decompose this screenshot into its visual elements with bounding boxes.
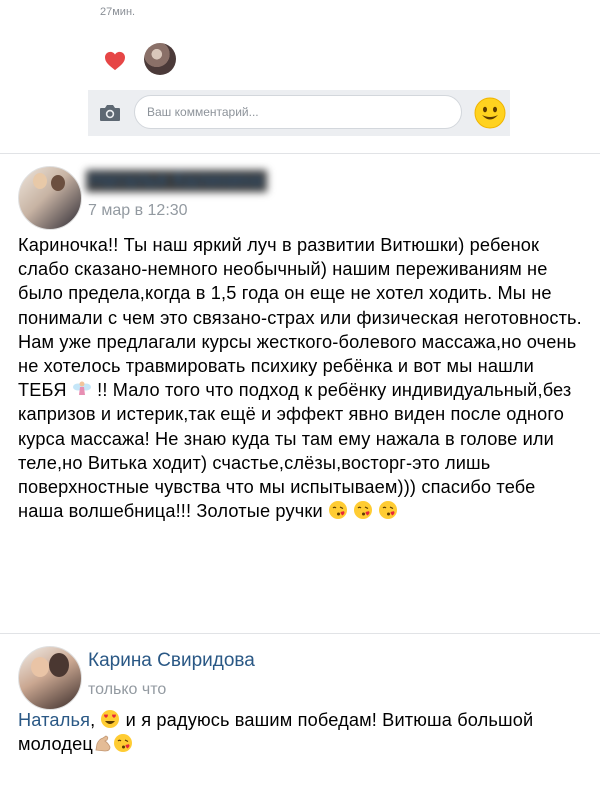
comment-time: только что <box>88 681 167 698</box>
post-time: 27мин. <box>100 6 136 18</box>
liker-avatar[interactable] <box>144 43 176 75</box>
comment-author[interactable]: Карина Свиридова <box>88 650 255 672</box>
heart-icon[interactable] <box>104 51 126 71</box>
comment-composer <box>88 90 510 136</box>
comment-text-part: , <box>90 710 101 730</box>
biceps-emoji-icon <box>95 735 111 752</box>
comment-input[interactable] <box>134 95 462 129</box>
divider <box>0 633 600 634</box>
avatar[interactable] <box>18 646 82 710</box>
avatar[interactable] <box>18 166 82 230</box>
comment-time: 7 мар в 12:30 <box>88 202 188 219</box>
comment-text-part: Кариночка!! Ты наш яркий луч в развитии … <box>18 235 582 401</box>
kiss-emoji-icon <box>379 501 398 520</box>
kiss-emoji-icon <box>328 501 347 520</box>
kiss-emoji-group <box>328 501 398 521</box>
smile-icon[interactable] <box>474 97 506 129</box>
reply-mention-link[interactable]: Наталья <box>18 710 90 730</box>
comment-text-part: !! Мало того что подход к ребёнку индиви… <box>18 380 572 522</box>
comment-text: Наталья, и я радуюсь вашим победам! Витю… <box>18 708 586 756</box>
heart-eyes-emoji-icon <box>101 710 120 728</box>
camera-icon[interactable] <box>99 104 121 122</box>
divider <box>0 153 600 154</box>
kiss-emoji-icon <box>354 501 373 520</box>
comment-author[interactable]: Наталья Калинина <box>86 170 267 192</box>
comment-text: Кариночка!! Ты наш яркий луч в развитии … <box>18 233 586 523</box>
fairy-emoji-icon <box>72 381 91 396</box>
kiss-emoji-icon <box>113 734 132 753</box>
